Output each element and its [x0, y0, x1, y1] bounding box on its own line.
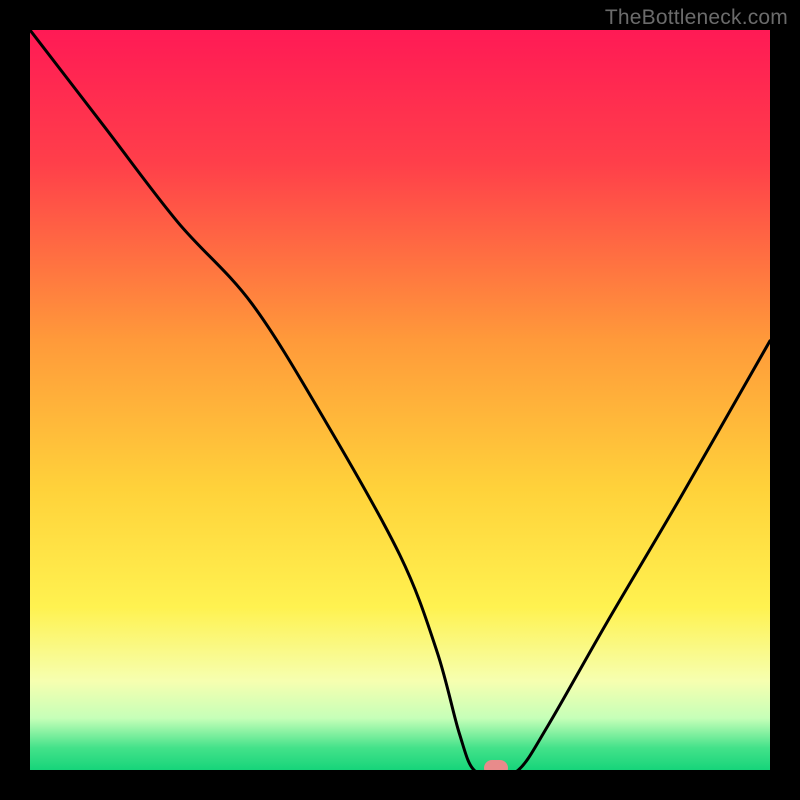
watermark-label: TheBottleneck.com: [605, 6, 788, 30]
plot-area: [30, 30, 770, 770]
bottleneck-curve: [30, 30, 770, 770]
optimal-point-marker: [484, 760, 508, 770]
chart-frame: TheBottleneck.com: [0, 0, 800, 800]
